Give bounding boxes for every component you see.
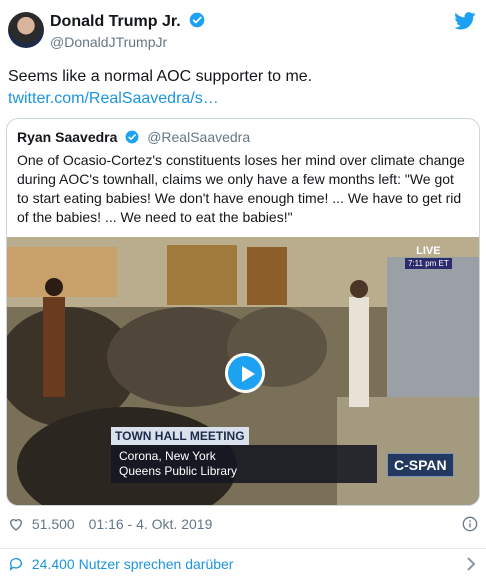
- quoted-author-name: Ryan Saavedra: [17, 129, 118, 145]
- quoted-text: One of Ocasio-Cortez's constituents lose…: [17, 152, 465, 225]
- caption-title: TOWN HALL MEETING: [111, 427, 249, 445]
- twitter-bird-icon[interactable]: [454, 12, 476, 30]
- verified-badge-icon: [189, 12, 205, 28]
- play-button[interactable]: [225, 353, 265, 393]
- network-logo: C-SPAN: [387, 453, 454, 477]
- heart-icon[interactable]: [8, 516, 24, 532]
- tweet-header: Donald Trump Jr. @DonaldJTrumpJr: [8, 8, 478, 52]
- caption-line2: Queens Public Library: [119, 464, 238, 478]
- author-name[interactable]: Donald Trump Jr.: [50, 12, 205, 31]
- caption-box: Corona, New York Queens Public Library: [111, 445, 377, 483]
- timestamp[interactable]: 01:16 - 4. Okt. 2019: [89, 516, 213, 532]
- video-player[interactable]: LIVE 7:11 pm ET TOWN HALL MEETING Corona…: [7, 237, 479, 505]
- comment-icon: [9, 558, 22, 571]
- verified-badge-icon: [125, 130, 139, 144]
- like-count[interactable]: 51.500: [32, 516, 75, 532]
- live-label: LIVE: [416, 245, 441, 257]
- tweet-link[interactable]: twitter.com/RealSaavedra/s…: [8, 88, 478, 110]
- tweet-meta: 51.500 01:16 - 4. Okt. 2019: [8, 516, 478, 536]
- tweet-body: Seems like a normal AOC supporter to me.…: [8, 66, 478, 110]
- quoted-header: Ryan Saavedra @RealSaavedra: [17, 129, 250, 145]
- caption-line1: Corona, New York: [119, 449, 216, 463]
- tweet-text: Seems like a normal AOC supporter to me.: [8, 68, 313, 85]
- quoted-author-handle: @RealSaavedra: [147, 129, 251, 145]
- avatar[interactable]: [8, 12, 44, 48]
- conversation-link[interactable]: 24.400 Nutzer sprechen darüber: [8, 556, 478, 572]
- live-time: 7:11 pm ET: [405, 258, 452, 269]
- chevron-right-icon[interactable]: [464, 556, 478, 572]
- divider: [0, 548, 486, 549]
- video-caption: TOWN HALL MEETING Corona, New York Queen…: [111, 427, 377, 483]
- author-handle[interactable]: @DonaldJTrumpJr: [50, 34, 167, 50]
- info-icon[interactable]: [462, 516, 478, 532]
- conversation-count[interactable]: 24.400 Nutzer sprechen darüber: [32, 556, 234, 572]
- live-badge: LIVE 7:11 pm ET: [405, 245, 452, 269]
- quoted-tweet[interactable]: Ryan Saavedra @RealSaavedra One of Ocasi…: [6, 118, 480, 506]
- author-name-text[interactable]: Donald Trump Jr.: [50, 13, 181, 30]
